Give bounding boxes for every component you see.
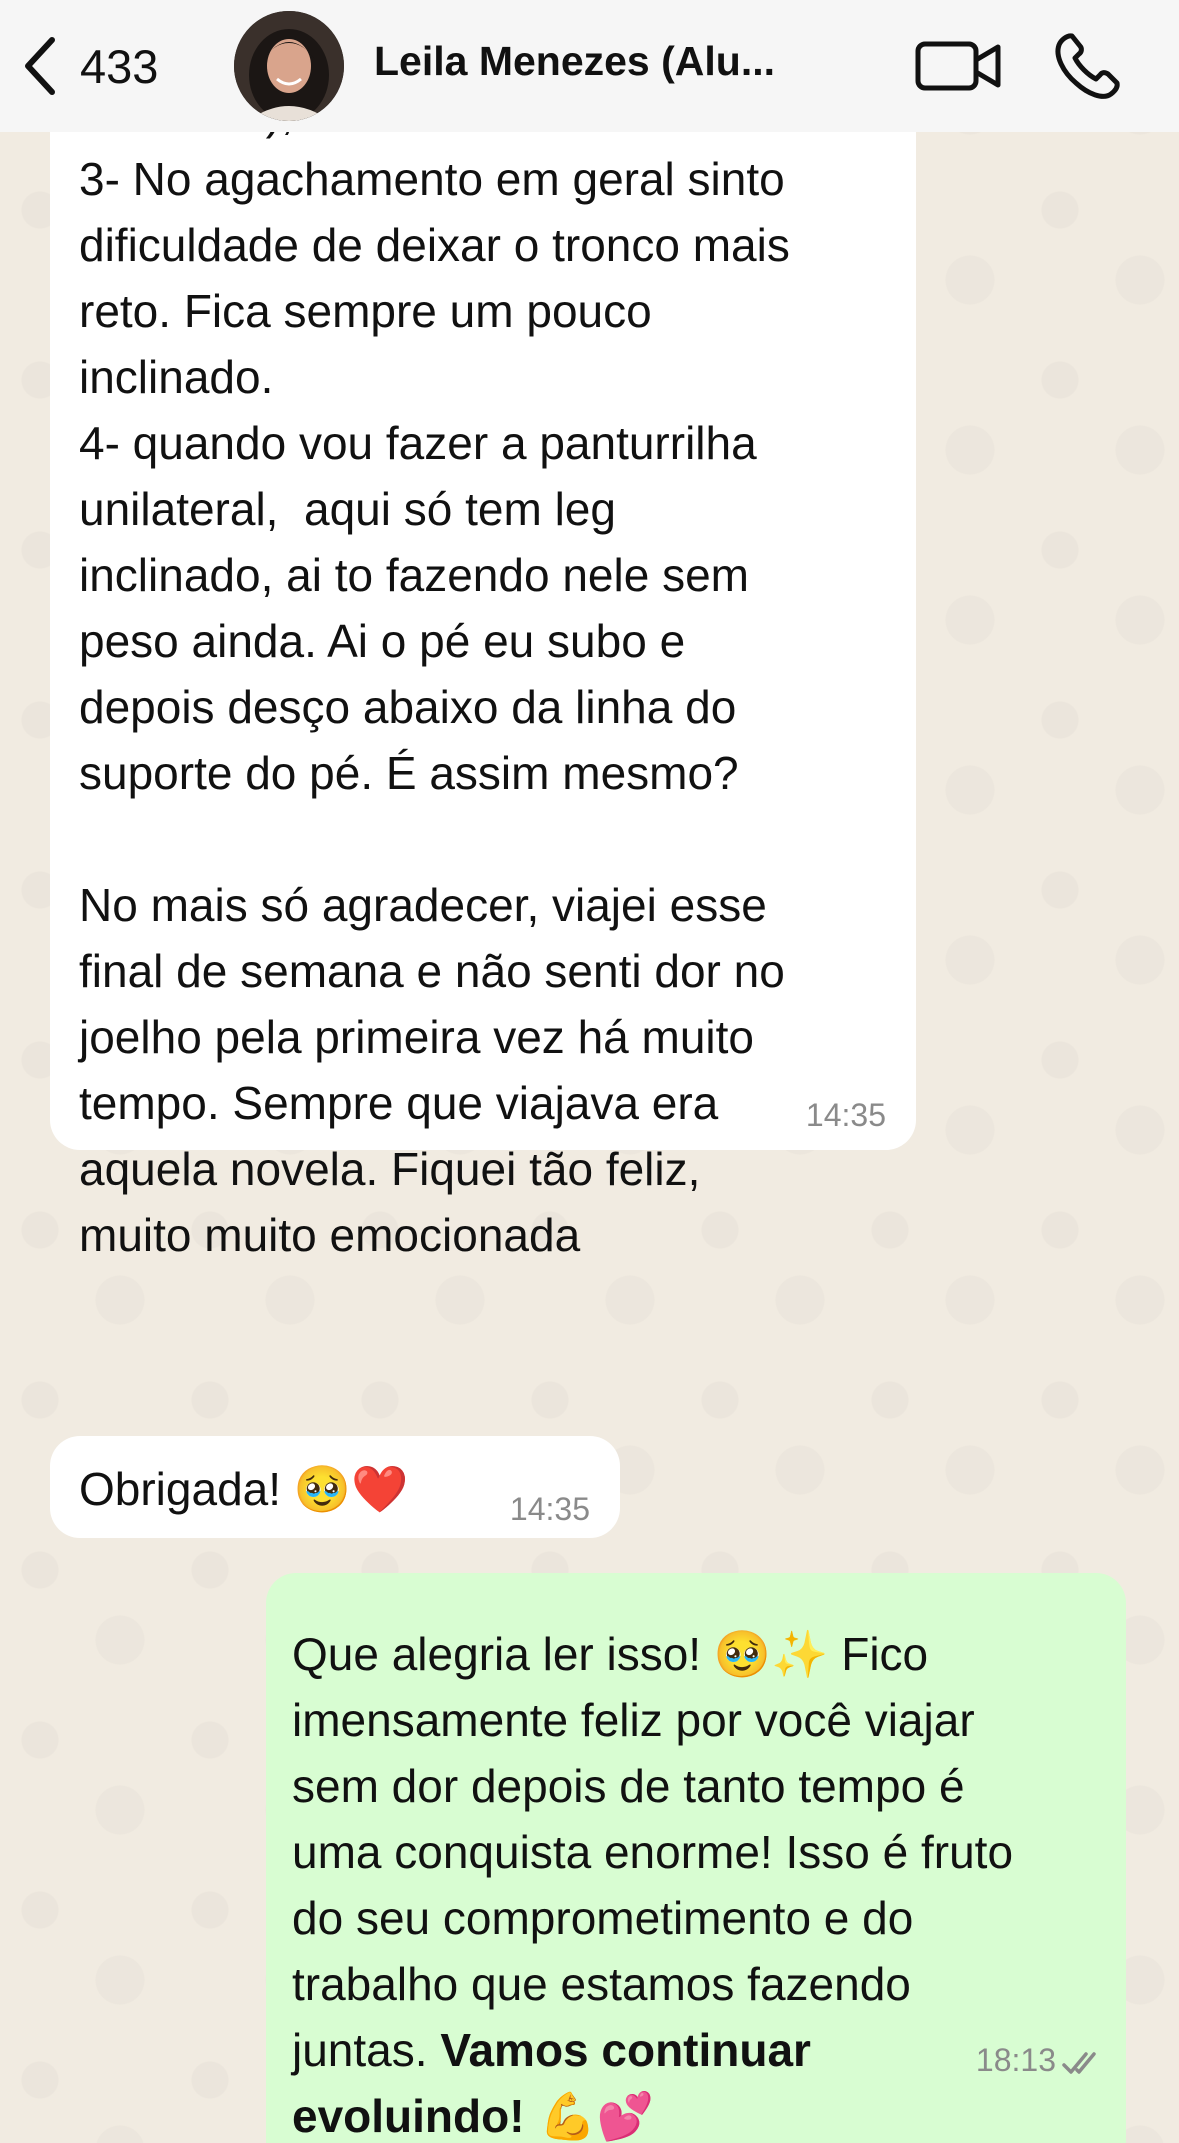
message-time: 14:35 bbox=[805, 1097, 886, 1133]
phone-icon[interactable] bbox=[1052, 30, 1124, 102]
chat-header: 433 Leila Menezes (Alu... bbox=[0, 0, 1179, 132]
video-call-icon[interactable] bbox=[914, 36, 1004, 96]
back-button[interactable]: 433 bbox=[20, 26, 158, 106]
chevron-left-icon bbox=[25, 37, 55, 95]
contact-name[interactable]: Leila Menezes (Alu... bbox=[374, 38, 775, 85]
emoji: 💪💕 bbox=[524, 2089, 654, 2143]
avatar-photo bbox=[234, 11, 344, 121]
unread-count: 433 bbox=[80, 39, 159, 93]
message-text-part: Que alegria ler isso! bbox=[292, 1628, 714, 1680]
message-bubble-outgoing[interactable]: Que alegria ler isso! 🥹✨ Fico imensament… bbox=[266, 1573, 1126, 2143]
message-text: Obrigada! 🥹❤️ bbox=[79, 1456, 408, 1522]
avatar[interactable] bbox=[234, 11, 344, 121]
message-time: 14:35 bbox=[509, 1491, 590, 1527]
message-bubble-incoming[interactable]: malhar c meu namorado e peço pra ele fil… bbox=[50, 132, 916, 1261]
message-bubble-incoming[interactable]: Obrigada! 🥹❤️ 14:35 bbox=[50, 1436, 620, 1538]
message-time: 18:13 bbox=[975, 2042, 1056, 2078]
double-check-icon bbox=[1062, 2052, 1096, 2074]
message-text: malhar c meu namorado e peço pra ele fil… bbox=[79, 132, 790, 1261]
message-list[interactable]: malhar c meu namorado e peço pra ele fil… bbox=[0, 132, 1179, 2143]
emoji: 🥹❤️ bbox=[293, 1462, 409, 1516]
emoji: 🥹✨ bbox=[713, 1627, 829, 1681]
message-text-body: Obrigada! bbox=[79, 1463, 282, 1515]
message-text-part: Fico imensamente feliz por você viajar s… bbox=[292, 1628, 1014, 2076]
